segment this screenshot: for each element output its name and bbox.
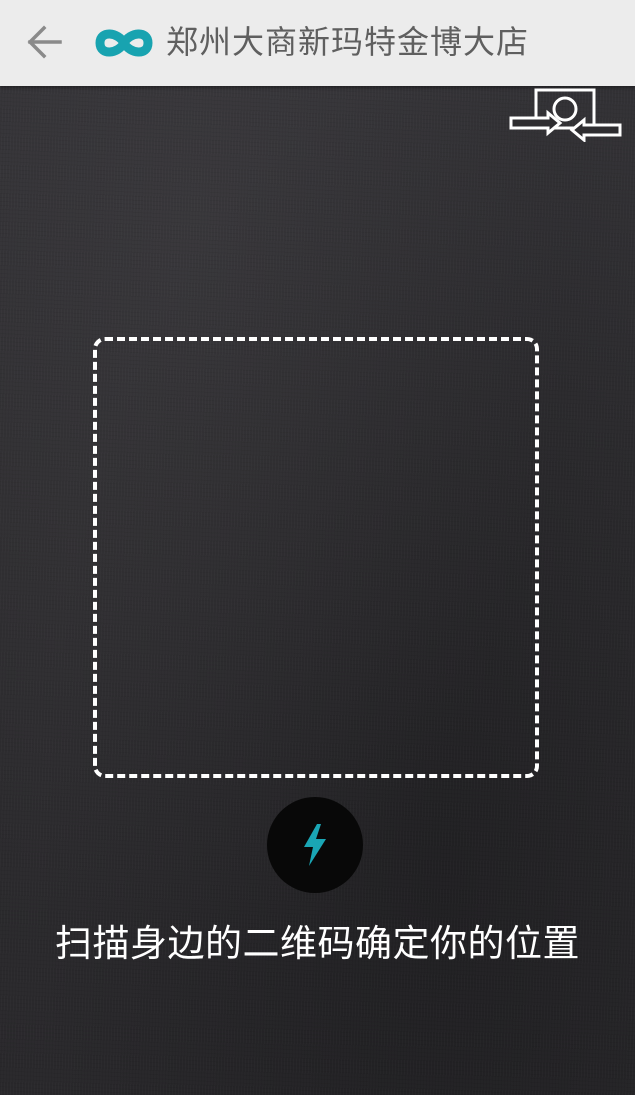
arrow-left-icon bbox=[27, 25, 62, 59]
back-button[interactable] bbox=[22, 22, 66, 62]
scan-hint-text: 扫描身边的二维码确定你的位置 bbox=[55, 922, 580, 965]
scan-frame bbox=[93, 337, 539, 778]
camera-switch-icon bbox=[509, 88, 622, 144]
flash-toggle-button[interactable] bbox=[267, 797, 363, 893]
infinity-logo-icon bbox=[95, 29, 153, 57]
lightning-bolt-icon bbox=[304, 824, 326, 866]
camera-switch-button[interactable] bbox=[508, 86, 624, 144]
page-title: 郑州大商新玛特金博大店 bbox=[166, 23, 530, 61]
scanner-screen: 郑州大商新玛特金博大店 扫描身边的二维码确定你的位置 bbox=[0, 0, 635, 1095]
top-bar: 郑州大商新玛特金博大店 bbox=[0, 0, 635, 86]
